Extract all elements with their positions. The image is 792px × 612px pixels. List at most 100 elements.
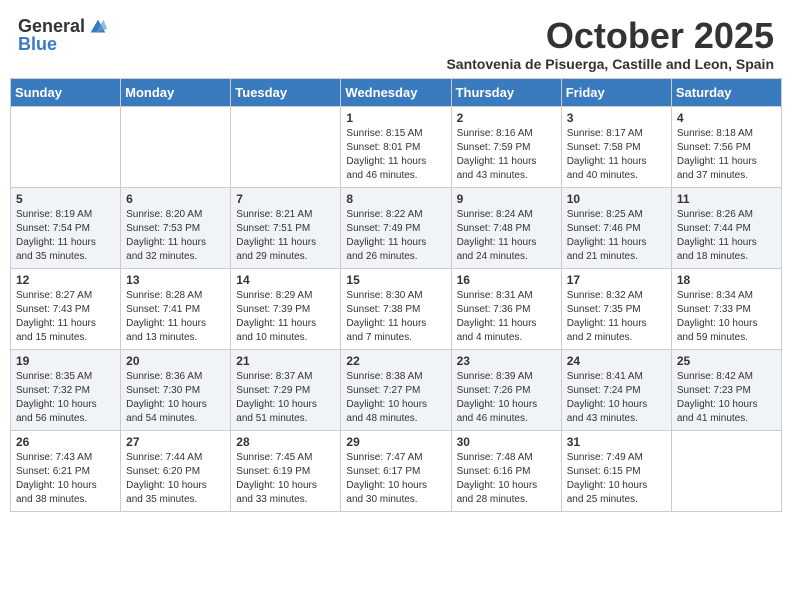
calendar-cell: 24Sunrise: 8:41 AM Sunset: 7:24 PM Dayli… (561, 349, 671, 430)
day-info: Sunrise: 7:45 AM Sunset: 6:19 PM Dayligh… (236, 451, 335, 507)
logo-icon (87, 16, 109, 38)
day-info: Sunrise: 8:42 AM Sunset: 7:23 PM Dayligh… (677, 370, 776, 426)
calendar-cell (11, 106, 121, 187)
calendar-week-row: 1 Sunrise: 8:15 AM Sunset: 8:01 PM Daylig… (11, 106, 782, 187)
day-number: 26 (16, 435, 115, 449)
day-number: 28 (236, 435, 335, 449)
calendar-cell: 6Sunrise: 8:20 AM Sunset: 7:53 PM Daylig… (121, 187, 231, 268)
calendar-header-row: SundayMondayTuesdayWednesdayThursdayFrid… (11, 78, 782, 106)
calendar-table: SundayMondayTuesdayWednesdayThursdayFrid… (10, 78, 782, 512)
day-info: Sunrise: 8:36 AM Sunset: 7:30 PM Dayligh… (126, 370, 225, 426)
day-number: 8 (346, 192, 445, 206)
calendar-cell: 12Sunrise: 8:27 AM Sunset: 7:43 PM Dayli… (11, 268, 121, 349)
day-number: 7 (236, 192, 335, 206)
day-number: 24 (567, 354, 666, 368)
day-header-wednesday: Wednesday (341, 78, 451, 106)
calendar-cell: 20 Sunrise: 8:36 AM Sunset: 7:30 PM Dayli… (121, 349, 231, 430)
calendar-cell: 22 Sunrise: 8:38 AM Sunset: 7:27 PM Dayli… (341, 349, 451, 430)
page-header: General Blue October 2025 Santovenia de … (10, 10, 782, 74)
day-info: Sunrise: 8:32 AM Sunset: 7:35 PM Dayligh… (567, 289, 666, 345)
logo: General Blue (18, 16, 109, 55)
calendar-cell: 11 Sunrise: 8:26 AM Sunset: 7:44 PM Dayli… (671, 187, 781, 268)
calendar-cell (231, 106, 341, 187)
day-number: 2 (457, 111, 556, 125)
day-header-saturday: Saturday (671, 78, 781, 106)
day-info: Sunrise: 8:29 AM Sunset: 7:39 PM Dayligh… (236, 289, 335, 345)
day-number: 11 (677, 192, 776, 206)
calendar-cell: 7Sunrise: 8:21 AM Sunset: 7:51 PM Daylig… (231, 187, 341, 268)
day-number: 17 (567, 273, 666, 287)
calendar-cell: 15 Sunrise: 8:30 AM Sunset: 7:38 PM Dayli… (341, 268, 451, 349)
location-subtitle: Santovenia de Pisuerga, Castille and Leo… (446, 56, 774, 72)
day-number: 3 (567, 111, 666, 125)
calendar-cell: 26 Sunrise: 7:43 AM Sunset: 6:21 PM Dayli… (11, 430, 121, 511)
day-info: Sunrise: 7:44 AM Sunset: 6:20 PM Dayligh… (126, 451, 225, 507)
day-info: Sunrise: 8:35 AM Sunset: 7:32 PM Dayligh… (16, 370, 115, 426)
day-info: Sunrise: 8:34 AM Sunset: 7:33 PM Dayligh… (677, 289, 776, 345)
calendar-cell: 2 Sunrise: 8:16 AM Sunset: 7:59 PM Daylig… (451, 106, 561, 187)
calendar-cell (671, 430, 781, 511)
calendar-cell: 14 Sunrise: 8:29 AM Sunset: 7:39 PM Dayli… (231, 268, 341, 349)
day-number: 12 (16, 273, 115, 287)
day-number: 31 (567, 435, 666, 449)
calendar-cell (121, 106, 231, 187)
day-number: 14 (236, 273, 335, 287)
day-info: Sunrise: 8:15 AM Sunset: 8:01 PM Dayligh… (346, 127, 445, 183)
calendar-cell: 10Sunrise: 8:25 AM Sunset: 7:46 PM Dayli… (561, 187, 671, 268)
calendar-cell: 5 Sunrise: 8:19 AM Sunset: 7:54 PM Daylig… (11, 187, 121, 268)
day-number: 4 (677, 111, 776, 125)
calendar-week-row: 19 Sunrise: 8:35 AM Sunset: 7:32 PM Dayli… (11, 349, 782, 430)
day-info: Sunrise: 8:28 AM Sunset: 7:41 PM Dayligh… (126, 289, 225, 345)
calendar-week-row: 26 Sunrise: 7:43 AM Sunset: 6:21 PM Dayli… (11, 430, 782, 511)
day-number: 10 (567, 192, 666, 206)
day-number: 18 (677, 273, 776, 287)
day-number: 15 (346, 273, 445, 287)
day-number: 16 (457, 273, 556, 287)
day-info: Sunrise: 8:37 AM Sunset: 7:29 PM Dayligh… (236, 370, 335, 426)
day-info: Sunrise: 8:22 AM Sunset: 7:49 PM Dayligh… (346, 208, 445, 264)
day-info: Sunrise: 8:31 AM Sunset: 7:36 PM Dayligh… (457, 289, 556, 345)
day-header-sunday: Sunday (11, 78, 121, 106)
day-number: 9 (457, 192, 556, 206)
calendar-cell: 27 Sunrise: 7:44 AM Sunset: 6:20 PM Dayli… (121, 430, 231, 511)
day-number: 29 (346, 435, 445, 449)
calendar-cell: 3Sunrise: 8:17 AM Sunset: 7:58 PM Daylig… (561, 106, 671, 187)
calendar-week-row: 12Sunrise: 8:27 AM Sunset: 7:43 PM Dayli… (11, 268, 782, 349)
day-header-friday: Friday (561, 78, 671, 106)
day-info: Sunrise: 8:38 AM Sunset: 7:27 PM Dayligh… (346, 370, 445, 426)
day-number: 20 (126, 354, 225, 368)
calendar-cell: 31Sunrise: 7:49 AM Sunset: 6:15 PM Dayli… (561, 430, 671, 511)
day-number: 6 (126, 192, 225, 206)
day-number: 22 (346, 354, 445, 368)
day-info: Sunrise: 8:26 AM Sunset: 7:44 PM Dayligh… (677, 208, 776, 264)
day-number: 25 (677, 354, 776, 368)
day-info: Sunrise: 8:19 AM Sunset: 7:54 PM Dayligh… (16, 208, 115, 264)
day-number: 27 (126, 435, 225, 449)
calendar-cell: 9 Sunrise: 8:24 AM Sunset: 7:48 PM Daylig… (451, 187, 561, 268)
day-number: 23 (457, 354, 556, 368)
day-number: 13 (126, 273, 225, 287)
calendar-cell: 16 Sunrise: 8:31 AM Sunset: 7:36 PM Dayli… (451, 268, 561, 349)
day-info: Sunrise: 8:39 AM Sunset: 7:26 PM Dayligh… (457, 370, 556, 426)
day-info: Sunrise: 8:16 AM Sunset: 7:59 PM Dayligh… (457, 127, 556, 183)
day-header-monday: Monday (121, 78, 231, 106)
calendar-cell: 21 Sunrise: 8:37 AM Sunset: 7:29 PM Dayli… (231, 349, 341, 430)
calendar-cell: 25 Sunrise: 8:42 AM Sunset: 7:23 PM Dayli… (671, 349, 781, 430)
calendar-cell: 8 Sunrise: 8:22 AM Sunset: 7:49 PM Daylig… (341, 187, 451, 268)
day-info: Sunrise: 7:43 AM Sunset: 6:21 PM Dayligh… (16, 451, 115, 507)
day-header-tuesday: Tuesday (231, 78, 341, 106)
calendar-cell: 17 Sunrise: 8:32 AM Sunset: 7:35 PM Dayli… (561, 268, 671, 349)
calendar-cell: 19 Sunrise: 8:35 AM Sunset: 7:32 PM Dayli… (11, 349, 121, 430)
day-info: Sunrise: 7:48 AM Sunset: 6:16 PM Dayligh… (457, 451, 556, 507)
day-number: 5 (16, 192, 115, 206)
day-info: Sunrise: 8:18 AM Sunset: 7:56 PM Dayligh… (677, 127, 776, 183)
calendar-cell: 23 Sunrise: 8:39 AM Sunset: 7:26 PM Dayli… (451, 349, 561, 430)
calendar-cell: 28 Sunrise: 7:45 AM Sunset: 6:19 PM Dayli… (231, 430, 341, 511)
day-number: 19 (16, 354, 115, 368)
calendar-cell: 1 Sunrise: 8:15 AM Sunset: 8:01 PM Daylig… (341, 106, 451, 187)
day-number: 21 (236, 354, 335, 368)
day-info: Sunrise: 8:24 AM Sunset: 7:48 PM Dayligh… (457, 208, 556, 264)
day-info: Sunrise: 8:30 AM Sunset: 7:38 PM Dayligh… (346, 289, 445, 345)
calendar-cell: 18 Sunrise: 8:34 AM Sunset: 7:33 PM Dayli… (671, 268, 781, 349)
day-number: 1 (346, 111, 445, 125)
